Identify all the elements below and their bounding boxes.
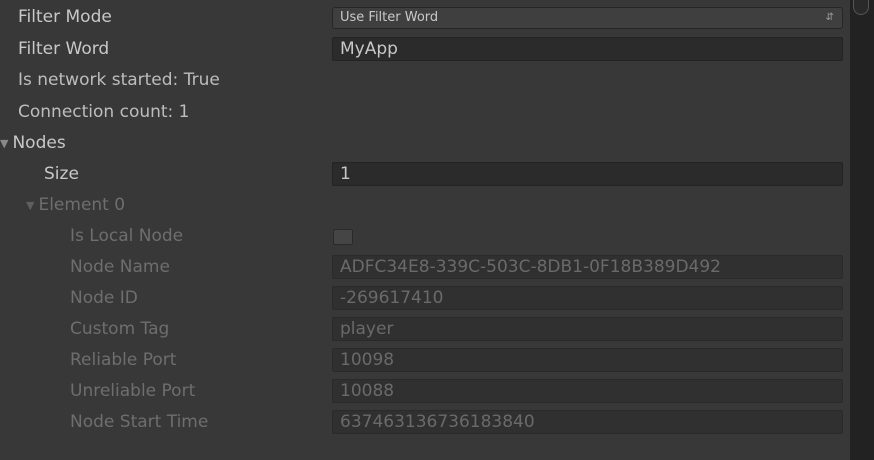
node-name-label: Node Name xyxy=(70,257,170,277)
filter-mode-row: Filter Mode Use Filter Word ⇵ xyxy=(0,2,850,32)
connection-count-row: Connection count: 1 xyxy=(0,97,850,127)
is-local-node-checkbox[interactable] xyxy=(333,229,353,245)
unreliable-port-field[interactable]: 10088 xyxy=(332,379,843,403)
is-local-node-label: Is Local Node xyxy=(70,226,184,246)
network-status-text: Is network started: True xyxy=(18,70,220,90)
nodes-label: Nodes xyxy=(12,133,66,153)
node-start-time-row: Node Start Time 637463136736183840 xyxy=(0,407,850,437)
node-start-time-field[interactable]: 637463136736183840 xyxy=(332,410,843,434)
inspector-panel: Filter Mode Use Filter Word ⇵ Filter Wor… xyxy=(0,0,850,460)
reliable-port-row: Reliable Port 10098 xyxy=(0,345,850,375)
filter-mode-dropdown[interactable]: Use Filter Word ⇵ xyxy=(332,7,843,29)
element-0-foldout[interactable]: ▼ Element 0 xyxy=(0,190,850,220)
nodes-size-row: Size 1 xyxy=(0,159,850,189)
node-id-field[interactable]: -269617410 xyxy=(332,286,843,310)
reliable-port-field[interactable]: 10098 xyxy=(332,348,843,372)
unreliable-port-label: Unreliable Port xyxy=(70,381,196,401)
filter-word-label: Filter Word xyxy=(18,39,110,59)
triangle-down-icon: ▼ xyxy=(0,137,9,150)
scrollbar-thumb[interactable] xyxy=(853,0,869,15)
nodes-foldout-header: ▼ Nodes xyxy=(0,128,66,158)
node-name-row: Node Name ADFC34E8-339C-503C-8DB1-0F18B3… xyxy=(0,252,850,282)
filter-word-row: Filter Word MyApp xyxy=(0,34,850,64)
filter-mode-value: Use Filter Word xyxy=(340,10,439,25)
node-name-field[interactable]: ADFC34E8-339C-503C-8DB1-0F18B389D492 xyxy=(332,255,843,279)
custom-tag-row: Custom Tag player xyxy=(0,314,850,344)
unreliable-port-row: Unreliable Port 10088 xyxy=(0,376,850,406)
node-id-label: Node ID xyxy=(70,288,138,308)
filter-mode-label: Filter Mode xyxy=(18,7,112,27)
element-0-foldout-header: ▼ Element 0 xyxy=(26,190,125,220)
element-0-label: Element 0 xyxy=(38,195,126,215)
nodes-size-label: Size xyxy=(44,164,79,184)
nodes-foldout[interactable]: ▼ Nodes xyxy=(0,128,850,158)
network-status-row: Is network started: True xyxy=(0,65,850,95)
is-local-node-row: Is Local Node xyxy=(0,221,850,251)
updown-arrows-icon: ⇵ xyxy=(825,12,834,23)
reliable-port-label: Reliable Port xyxy=(70,350,177,370)
nodes-size-input[interactable]: 1 xyxy=(332,162,843,186)
filter-word-input[interactable]: MyApp xyxy=(332,37,843,61)
connection-count-text: Connection count: 1 xyxy=(18,102,190,122)
scrollbar-track[interactable] xyxy=(850,0,874,460)
custom-tag-label: Custom Tag xyxy=(70,319,170,339)
node-start-time-label: Node Start Time xyxy=(70,412,209,432)
custom-tag-field[interactable]: player xyxy=(332,317,843,341)
triangle-down-icon: ▼ xyxy=(26,199,35,212)
node-id-row: Node ID -269617410 xyxy=(0,283,850,313)
